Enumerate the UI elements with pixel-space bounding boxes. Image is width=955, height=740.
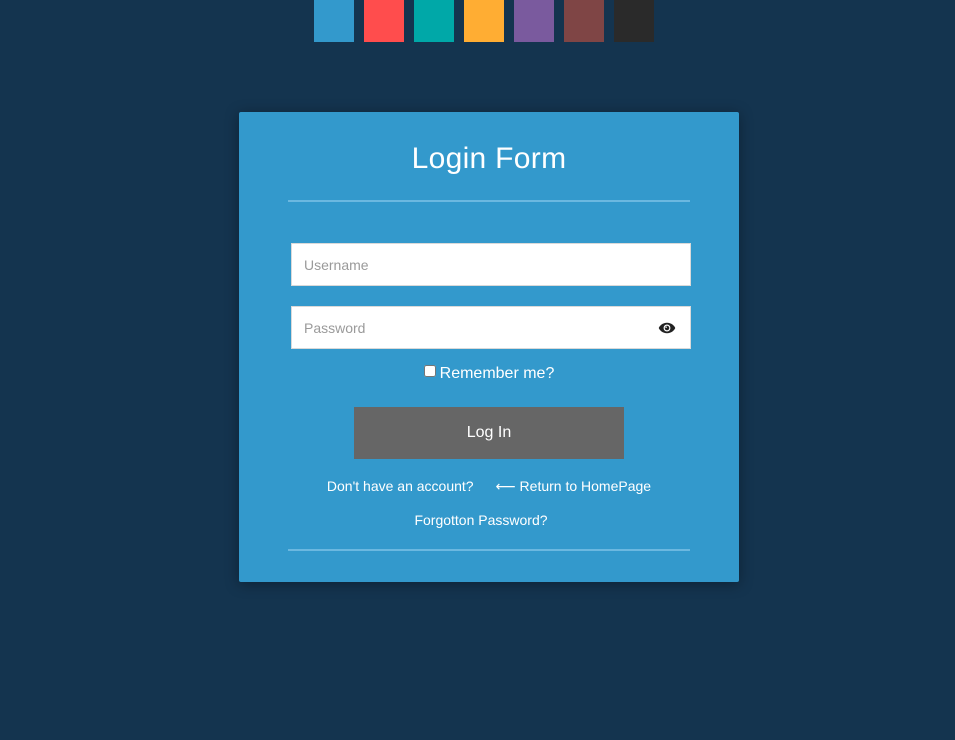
- password-field: [291, 306, 691, 349]
- remember-me-checkbox[interactable]: [423, 365, 436, 377]
- forgot-password-row: Forgotton Password?: [231, 512, 731, 528]
- theme-swatch-blue[interactable]: [314, 0, 354, 42]
- theme-swatch-red[interactable]: [364, 0, 404, 42]
- return-home-label: Return to HomePage: [519, 478, 652, 494]
- theme-swatch-orange[interactable]: [464, 0, 504, 42]
- username-input[interactable]: [292, 244, 690, 285]
- signup-link[interactable]: Don't have an account?: [327, 478, 474, 494]
- form-title: Login Form: [411, 142, 567, 175]
- theme-swatch-bar: [314, 0, 654, 42]
- eye-icon[interactable]: [658, 320, 676, 336]
- return-home-link[interactable]: ⟵ Return to HomePage: [496, 478, 652, 494]
- theme-swatch-brown[interactable]: [564, 0, 604, 42]
- password-input[interactable]: [292, 307, 690, 348]
- bottom-divider: [288, 549, 690, 551]
- login-card: Login Form Remember me? Log In Don't hav…: [239, 112, 739, 582]
- username-field: [291, 243, 691, 286]
- forgot-password-link[interactable]: Forgotton Password?: [414, 512, 547, 528]
- account-links: Don't have an account? ⟵ Return to HomePa…: [239, 478, 739, 495]
- theme-swatch-purple[interactable]: [514, 0, 554, 42]
- remember-me-row: Remember me?: [239, 365, 739, 383]
- remember-me-label[interactable]: Remember me?: [440, 365, 555, 382]
- login-button[interactable]: Log In: [354, 407, 624, 459]
- title-divider: [288, 200, 690, 202]
- theme-swatch-teal[interactable]: [414, 0, 454, 42]
- arrow-left-icon: ⟵: [495, 478, 516, 494]
- theme-swatch-dark[interactable]: [614, 0, 654, 42]
